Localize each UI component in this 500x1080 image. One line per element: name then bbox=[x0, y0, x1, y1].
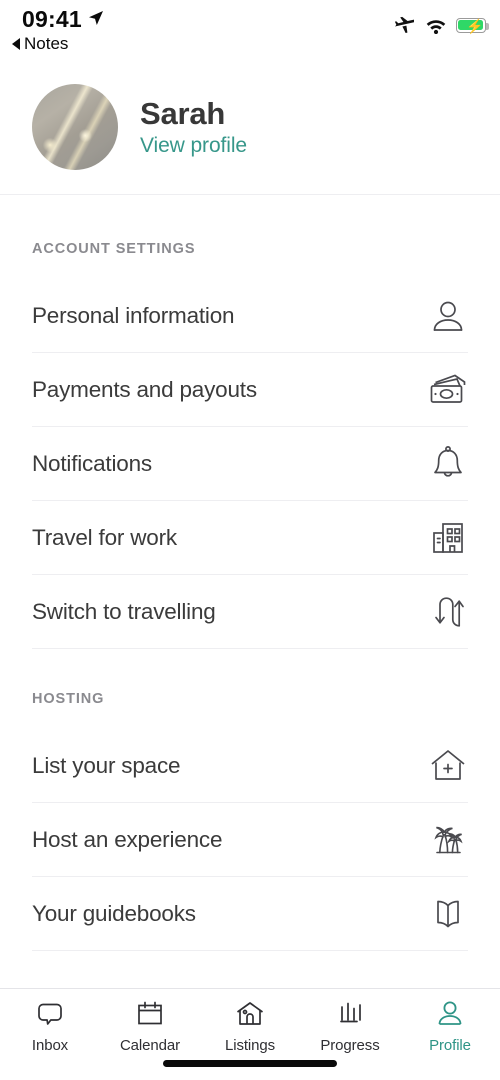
section-header-hosting: HOSTING bbox=[32, 691, 105, 707]
speech-bubble-icon bbox=[35, 997, 65, 1031]
office-building-icon bbox=[428, 518, 468, 558]
tab-inbox[interactable]: Inbox bbox=[0, 997, 100, 1054]
tab-profile[interactable]: Profile bbox=[400, 997, 500, 1054]
profile-name: Sarah bbox=[140, 96, 226, 131]
bar-chart-icon bbox=[335, 997, 365, 1031]
list-item-switch-to-travelling[interactable]: Switch to travelling bbox=[32, 575, 468, 649]
list-item-label: Payments and payouts bbox=[32, 376, 257, 402]
tab-listings[interactable]: Listings bbox=[200, 997, 300, 1054]
location-arrow-icon bbox=[89, 11, 103, 25]
list-item-host-an-experience[interactable]: Host an experience bbox=[32, 803, 468, 877]
house-icon bbox=[235, 997, 265, 1031]
list-item-notifications[interactable]: Notifications bbox=[32, 427, 468, 501]
palm-trees-icon bbox=[428, 820, 468, 860]
status-bar-indicators: ⚡ bbox=[394, 16, 489, 34]
wifi-icon bbox=[426, 19, 446, 34]
list-item-list-your-space[interactable]: List your space bbox=[32, 729, 468, 803]
tab-label: Profile bbox=[429, 1037, 471, 1054]
back-label: Notes bbox=[24, 34, 69, 53]
status-bar: 09:41 Notes ⚡ bbox=[0, 0, 500, 60]
tab-progress[interactable]: Progress bbox=[300, 997, 400, 1054]
profile-header[interactable]: Sarah View profile bbox=[0, 60, 500, 195]
tab-calendar[interactable]: Calendar bbox=[100, 997, 200, 1054]
back-to-notes-link[interactable]: Notes bbox=[12, 34, 68, 54]
home-indicator[interactable] bbox=[163, 1060, 337, 1067]
view-profile-link[interactable]: View profile bbox=[140, 134, 247, 158]
section-header-account-settings: ACCOUNT SETTINGS bbox=[32, 241, 196, 257]
switch-arrows-icon bbox=[428, 592, 468, 632]
list-item-travel-for-work[interactable]: Travel for work bbox=[32, 501, 468, 575]
calendar-icon bbox=[135, 997, 165, 1031]
list-item-label: Host an experience bbox=[32, 826, 223, 852]
open-book-icon bbox=[428, 894, 468, 934]
tab-label: Listings bbox=[224, 1037, 276, 1054]
tab-label: Calendar bbox=[119, 1037, 181, 1054]
list-item-label: Your guidebooks bbox=[32, 900, 196, 926]
list-item-label: Notifications bbox=[32, 450, 152, 476]
list-item-label: Switch to travelling bbox=[32, 598, 216, 624]
list-item-your-guidebooks[interactable]: Your guidebooks bbox=[32, 877, 468, 951]
battery-charging-icon: ⚡ bbox=[456, 17, 489, 34]
list-item-label: List your space bbox=[32, 752, 181, 778]
profile-header-text: Sarah View profile bbox=[140, 96, 247, 158]
airplane-mode-icon bbox=[394, 16, 414, 33]
settings-list: ACCOUNT SETTINGS Personal information Pa… bbox=[0, 195, 500, 988]
person-icon bbox=[435, 997, 465, 1031]
list-item-personal-information[interactable]: Personal information bbox=[32, 279, 468, 353]
house-plus-icon bbox=[428, 746, 468, 786]
list-item-payments-and-payouts[interactable]: Payments and payouts bbox=[32, 353, 468, 427]
back-chevron-icon bbox=[12, 38, 20, 50]
list-item-label: Personal information bbox=[32, 302, 235, 328]
app-screen: 09:41 Notes ⚡ Sarah View profile ACCOUNT… bbox=[0, 0, 500, 1080]
avatar[interactable] bbox=[32, 84, 118, 170]
tab-label: Inbox bbox=[31, 1037, 69, 1054]
tab-label: Progress bbox=[320, 1037, 380, 1054]
bell-icon bbox=[428, 444, 468, 484]
status-bar-time: 09:41 bbox=[22, 6, 82, 32]
person-icon bbox=[428, 296, 468, 336]
money-card-icon bbox=[428, 370, 468, 410]
list-item-label: Travel for work bbox=[32, 524, 177, 550]
